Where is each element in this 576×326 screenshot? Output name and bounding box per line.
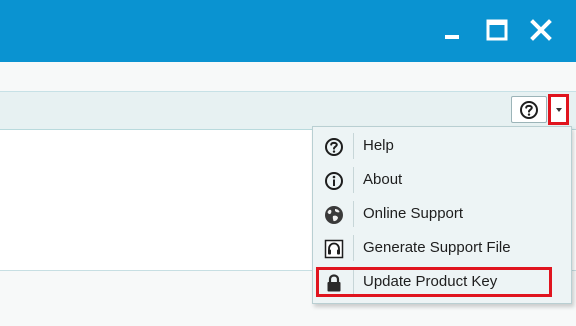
menu-separator [353,167,354,193]
menu-item-generate-support-file[interactable]: Generate Support File [313,231,571,265]
close-icon [530,19,552,41]
question-circle-icon [520,100,538,119]
menu-item-online-support[interactable]: Online Support [313,197,571,231]
menu-item-update-product-key[interactable]: Update Product Key [313,265,571,299]
menu-separator [353,235,354,261]
menu-strip [0,62,576,92]
menu-item-about[interactable]: About [313,163,571,197]
help-dropdown-menu: Help About Online Support Generate Suppo… [312,126,572,304]
headset-icon [323,238,345,260]
menu-separator [353,133,354,159]
info-circle-icon [323,170,345,192]
globe-icon [323,204,345,226]
title-bar[interactable] [0,0,576,62]
menu-item-label: Update Product Key [363,273,498,290]
minimize-icon [445,35,459,39]
question-circle-icon [323,136,345,158]
menu-separator [353,269,354,295]
menu-item-label: Online Support [363,205,464,222]
minimize-button[interactable] [438,14,468,46]
menu-item-label: Help [363,137,394,154]
lock-icon [323,272,345,294]
close-button[interactable] [526,14,556,46]
help-button[interactable] [511,96,547,123]
app-window: Help About Online Support Generate Suppo… [0,0,576,326]
toolbar [0,92,576,130]
maximize-icon [486,19,508,41]
menu-separator [353,201,354,227]
help-dropdown-toggle[interactable] [548,94,569,125]
menu-item-label: Generate Support File [363,239,511,256]
menu-item-label: About [363,171,403,188]
caret-down-icon [555,107,562,112]
menu-item-help[interactable]: Help [313,129,571,163]
maximize-button[interactable] [482,14,512,46]
